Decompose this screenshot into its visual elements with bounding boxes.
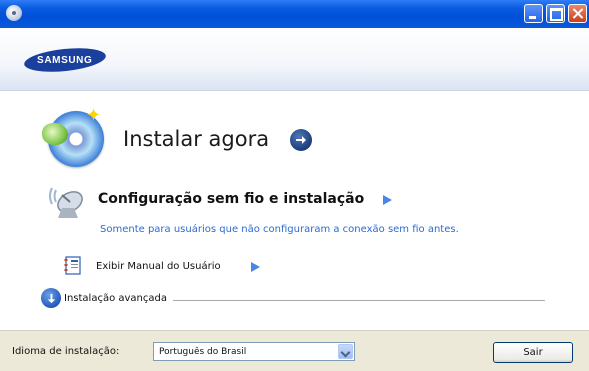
chevron-down-icon[interactable]: [338, 344, 353, 359]
advanced-install-link[interactable]: Instalação avançada: [64, 293, 170, 304]
advanced-expand-icon[interactable]: [41, 288, 61, 308]
samsung-logo: SAMSUNG: [23, 44, 107, 76]
footer-bar: Idioma de instalação: Português do Brasi…: [0, 330, 589, 371]
window-titlebar[interactable]: [0, 0, 589, 28]
language-label: Idioma de instalação:: [12, 346, 120, 357]
manual-book-icon: [64, 256, 81, 275]
advanced-divider: [173, 300, 545, 301]
language-select[interactable]: Português do Brasil: [153, 342, 355, 361]
header-banner: SAMSUNG: [0, 28, 589, 91]
language-selected-value: Português do Brasil: [159, 347, 247, 357]
manual-arrow-icon[interactable]: [251, 262, 260, 272]
close-button[interactable]: [568, 4, 587, 23]
install-now-link[interactable]: Instalar agora: [123, 127, 269, 151]
wireless-setup-link[interactable]: Configuração sem fio e instalação: [98, 191, 364, 207]
main-panel: Instalar agora Configuração sem fio e in…: [0, 91, 589, 330]
maximize-button[interactable]: [546, 4, 565, 23]
user-manual-link[interactable]: Exibir Manual do Usuário: [96, 261, 221, 272]
minimize-button[interactable]: [524, 4, 543, 23]
wireless-arrow-icon[interactable]: [383, 195, 392, 205]
wireless-dish-icon: [49, 187, 83, 218]
app-disc-icon: [6, 5, 22, 21]
exit-button[interactable]: Sair: [493, 342, 573, 363]
install-disc-icon[interactable]: [42, 105, 104, 167]
brand-text: SAMSUNG: [37, 54, 93, 66]
install-now-arrow-icon[interactable]: [290, 129, 312, 151]
wireless-setup-description: Somente para usuários que não configurar…: [100, 224, 459, 235]
